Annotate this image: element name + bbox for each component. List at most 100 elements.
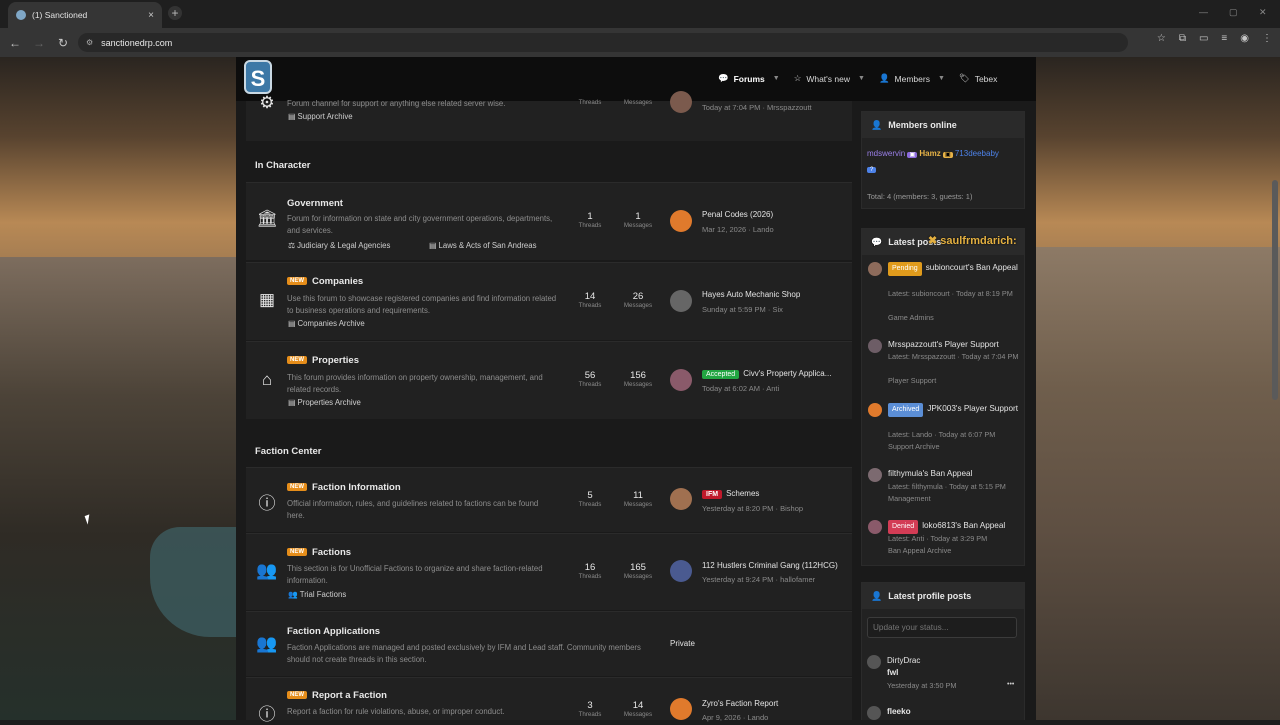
nav-forums[interactable]: 💬 Forums ▼ bbox=[718, 73, 780, 84]
avatar[interactable] bbox=[670, 560, 692, 582]
member-link[interactable]: Hamz bbox=[919, 149, 940, 158]
latest-post-forum[interactable]: Ban Appeal Archive bbox=[888, 545, 1020, 557]
forum-node-factions[interactable]: 👥 NEW Factions This section is for Unoffi… bbox=[246, 533, 852, 610]
category-title[interactable]: Faction Center bbox=[255, 446, 322, 457]
forum-node-government[interactable]: 🏛 Government Forum for information on st… bbox=[246, 182, 852, 260]
subforum-support-archive[interactable]: ▤ Support Archive bbox=[288, 112, 353, 121]
latest-post-forum[interactable]: Support Archive bbox=[888, 441, 1020, 453]
cast-icon[interactable]: ▭ bbox=[1199, 33, 1208, 44]
chevron-down-icon[interactable]: ▼ bbox=[858, 75, 865, 82]
last-post-title[interactable]: Zyro's Faction Report bbox=[702, 699, 852, 708]
maximize-icon[interactable]: ▢ bbox=[1229, 7, 1238, 18]
forward-icon[interactable]: → bbox=[27, 36, 51, 50]
member-link[interactable]: 713deebaby bbox=[955, 149, 999, 158]
avatar[interactable] bbox=[670, 91, 692, 113]
last-post-title[interactable]: Accepted Civv's Property Applica... bbox=[702, 369, 852, 379]
bookmark-star-icon[interactable]: ☆ bbox=[1157, 33, 1166, 44]
subforum-companies-archive[interactable]: ▤ Companies Archive bbox=[288, 319, 365, 328]
latest-post-title[interactable]: Pending subioncourt's Ban Appeal bbox=[888, 262, 1020, 276]
page-scrollbar[interactable] bbox=[1272, 60, 1278, 720]
avatar[interactable] bbox=[868, 520, 882, 534]
avatar[interactable] bbox=[867, 706, 881, 720]
profile-post-user[interactable]: DirtyDrac bbox=[887, 655, 1019, 667]
profile-icon[interactable]: ◉ bbox=[1240, 33, 1249, 44]
nav-members[interactable]: 👤 Members ▼ bbox=[879, 73, 945, 84]
menu-icon[interactable]: ⋮ bbox=[1262, 33, 1272, 44]
avatar[interactable] bbox=[670, 290, 692, 312]
node-title[interactable]: Government bbox=[287, 198, 343, 209]
profile-post-item[interactable]: DirtyDrac fwl Yesterday at 3:50 PM ••• bbox=[867, 655, 1017, 691]
avatar[interactable] bbox=[868, 468, 882, 482]
nav-whats-new[interactable]: ☆ What's new ▼ bbox=[794, 73, 865, 84]
new-tab-button[interactable]: + bbox=[168, 6, 182, 20]
last-post-title[interactable]: Penal Codes (2026) bbox=[702, 210, 852, 219]
subforum-judiciary[interactable]: ⚖ Judiciary & Legal Agencies bbox=[288, 241, 390, 250]
forum-node-faction-information[interactable]: ⓘ NEW Faction Information Official inform… bbox=[246, 467, 852, 532]
minimize-icon[interactable]: — bbox=[1199, 7, 1208, 17]
latest-post-title[interactable]: Archived JPK003's Player Support bbox=[888, 403, 1020, 417]
avatar[interactable] bbox=[867, 655, 881, 669]
node-title[interactable]: NEW Companies bbox=[287, 276, 363, 287]
scrollbar-thumb[interactable] bbox=[1272, 180, 1278, 400]
block-header[interactable]: 👤 Members online bbox=[862, 112, 1024, 138]
chevron-down-icon[interactable]: ▼ bbox=[773, 75, 780, 82]
forum-node-properties[interactable]: ⌂ NEW Properties This forum provides info… bbox=[246, 341, 852, 419]
last-post-title[interactable]: 112 Hustlers Criminal Gang (112HCG) bbox=[702, 561, 852, 570]
toolbar-icons: ☆ ⧉ ▭ ≡ ◉ ⋮ bbox=[1157, 33, 1272, 44]
latest-post-item[interactable]: Archived JPK003's Player Support Latest: … bbox=[868, 403, 1018, 451]
profile-post-user[interactable]: fleeko bbox=[887, 706, 1019, 718]
avatar[interactable] bbox=[670, 210, 692, 232]
last-post-title[interactable]: Hayes Auto Mechanic Shop bbox=[702, 290, 852, 299]
subforum-laws[interactable]: ▤ Laws & Acts of San Andreas bbox=[429, 241, 537, 250]
latest-post-item[interactable]: Mrsspazzoutt's Player Support Latest: Mr… bbox=[868, 339, 1018, 387]
forum-node-report-a-faction[interactable]: ⓘ NEW Report a Faction Report a faction f… bbox=[246, 677, 852, 724]
close-tab-icon[interactable]: × bbox=[148, 10, 154, 21]
latest-post-item[interactable]: filthymula's Ban Appeal Latest: filthymu… bbox=[868, 468, 1018, 504]
subforum-trial-factions[interactable]: 👥 Trial Factions bbox=[288, 590, 346, 599]
subforum-properties-archive[interactable]: ▤ Properties Archive bbox=[288, 398, 361, 407]
more-options-icon[interactable]: ••• bbox=[1007, 681, 1014, 688]
site-info-icon[interactable]: ⚙ bbox=[86, 38, 93, 47]
member-link[interactable]: mdswervin bbox=[867, 149, 905, 158]
latest-post-item[interactable]: Pending subioncourt's Ban Appeal Latest: … bbox=[868, 262, 1018, 326]
chevron-down-icon[interactable]: ▼ bbox=[938, 75, 945, 82]
avatar[interactable] bbox=[670, 698, 692, 720]
address-bar[interactable]: ⚙ sanctionedrp.com bbox=[78, 33, 1128, 52]
block-header[interactable]: 👤 Latest profile posts bbox=[862, 583, 1024, 609]
node-title[interactable]: NEW Report a Faction bbox=[287, 690, 387, 701]
node-title[interactable]: NEW Properties bbox=[287, 355, 359, 366]
browser-tab[interactable]: (1) Sanctioned × bbox=[8, 2, 162, 28]
latest-post-forum[interactable]: Management bbox=[888, 493, 1020, 505]
profile-post-time[interactable]: Yesterday at 3:50 PM bbox=[887, 680, 1019, 692]
node-title[interactable]: NEW Faction Information bbox=[287, 482, 401, 493]
node-title[interactable]: NEW Factions bbox=[287, 547, 351, 558]
forum-node-support[interactable]: ⚙ Forum channel for support or anything … bbox=[246, 91, 852, 141]
extensions-icon[interactable]: ⧉ bbox=[1179, 33, 1186, 44]
latest-post-title[interactable]: Denied loko6813's Ban Appeal bbox=[888, 520, 1020, 534]
node-title[interactable]: Faction Applications bbox=[287, 626, 380, 637]
avatar[interactable] bbox=[868, 262, 882, 276]
avatar[interactable] bbox=[670, 369, 692, 391]
avatar[interactable] bbox=[670, 488, 692, 510]
nav-tebex[interactable]: 🏷 Tebex bbox=[959, 73, 997, 84]
node-description: Official information, rules, and guideli… bbox=[287, 499, 539, 520]
forum-node-companies[interactable]: ▦ NEW Companies Use this forum to showcas… bbox=[246, 262, 852, 340]
latest-post-forum[interactable]: Game Admins bbox=[888, 312, 1020, 324]
avatar[interactable] bbox=[868, 339, 882, 353]
back-icon[interactable]: ← bbox=[3, 36, 27, 50]
reload-icon[interactable]: ↻ bbox=[51, 36, 75, 50]
latest-post-title[interactable]: filthymula's Ban Appeal bbox=[888, 468, 1020, 480]
media-icon[interactable]: ≡ bbox=[1221, 33, 1227, 44]
forum-node-faction-applications[interactable]: 👥 Faction Applications Faction Applicati… bbox=[246, 611, 852, 676]
latest-post-forum[interactable]: Player Support bbox=[888, 375, 1020, 387]
close-window-icon[interactable]: ✕ bbox=[1259, 7, 1267, 18]
latest-post-title[interactable]: Mrsspazzoutt's Player Support bbox=[888, 339, 1020, 351]
category-title[interactable]: In Character bbox=[255, 160, 310, 171]
avatar[interactable] bbox=[868, 403, 882, 417]
status-input[interactable] bbox=[867, 617, 1017, 638]
latest-post-item[interactable]: Denied loko6813's Ban Appeal Latest: Anti… bbox=[868, 520, 1018, 556]
last-post-title[interactable]: IFM Schemes bbox=[702, 489, 852, 499]
site-logo[interactable]: S bbox=[244, 60, 272, 94]
profile-post-item[interactable]: fleeko bbox=[867, 706, 1017, 720]
latest-posts-block: 💬 Latest posts Pending subioncourt's Ban A… bbox=[861, 228, 1025, 566]
